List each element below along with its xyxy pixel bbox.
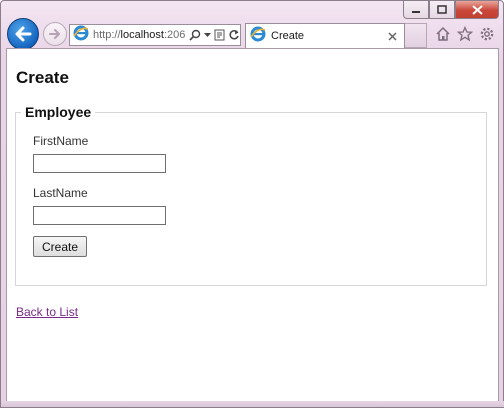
forward-arrow-icon [49,29,60,39]
back-button[interactable] [7,18,39,50]
back-arrow-icon [15,26,32,42]
close-icon [471,4,483,15]
toolbar-icons [435,26,495,42]
minimize-icon [412,10,420,13]
create-button[interactable]: Create [33,236,87,257]
ie-logo-icon [73,25,89,45]
tab-close-button[interactable] [384,28,400,44]
close-window-button[interactable] [455,1,499,19]
star-icon[interactable] [457,26,473,42]
firstname-field[interactable] [33,154,166,173]
compatibility-view-icon[interactable] [214,29,225,41]
home-icon[interactable] [435,26,451,42]
back-to-list-link[interactable]: Back to List [16,305,78,319]
window-caption-buttons [403,1,499,19]
page-title: Create [16,68,69,87]
search-icon[interactable] [189,29,201,41]
address-port: :206 [163,29,186,41]
forward-button[interactable] [43,22,67,46]
firstname-label: FirstName [33,134,89,148]
employee-fieldset: FirstName LastName [15,112,487,286]
maximize-icon [437,5,447,14]
address-bar[interactable]: http://localhost:206 [69,24,241,46]
window-bottom-border [1,401,504,407]
address-text[interactable]: http://localhost:206 [93,29,187,41]
refresh-icon[interactable] [228,29,240,41]
tab-create[interactable]: Create [245,23,405,48]
browser-window: http://localhost:206 Create Create First… [0,0,504,408]
chevron-down-icon[interactable] [204,32,211,38]
new-tab-button[interactable] [405,23,427,48]
gear-icon[interactable] [479,26,495,42]
maximize-button[interactable] [429,1,455,19]
page-content: Create FirstName LastName Employee Creat… [6,48,499,403]
lastname-label: LastName [33,186,88,200]
employee-legend: Employee [21,104,96,120]
minimize-button[interactable] [403,1,429,19]
address-scheme: http:// [93,29,121,41]
tab-label: Create [271,30,305,42]
address-host: localhost [120,29,164,41]
close-icon [387,31,397,41]
lastname-field[interactable] [33,206,166,225]
ie-logo-icon [250,26,266,46]
